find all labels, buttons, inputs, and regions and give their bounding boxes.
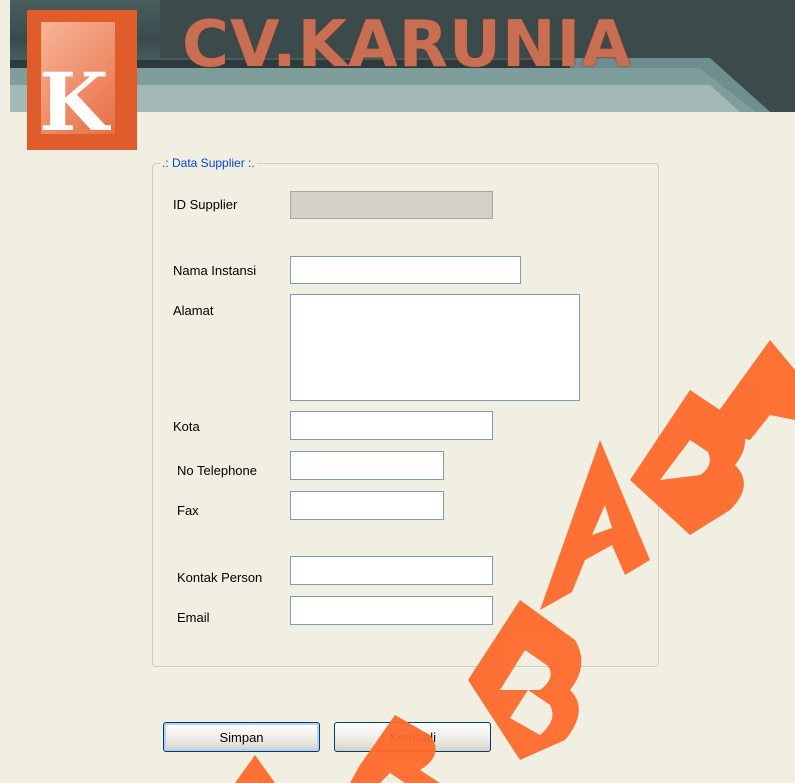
id-supplier-field [290,191,493,219]
kota-field[interactable] [290,411,493,440]
email-field[interactable] [290,596,493,625]
simpan-button[interactable]: Simpan [163,722,320,752]
kontak-person-field[interactable] [290,556,493,585]
company-logo: K [27,10,137,150]
logo-letter: K [39,55,109,149]
kembali-button[interactable]: Kembali [334,722,491,752]
nama-instansi-field[interactable] [290,256,521,284]
alamat-label: Alamat [173,303,214,318]
email-label: Email [177,610,210,625]
kontak-person-label: Kontak Person [177,570,263,585]
no-telephone-field[interactable] [290,451,444,480]
brand-title: CV.KARUNIA [182,8,632,82]
fax-label: Fax [177,503,199,518]
kota-label: Kota [173,419,200,434]
groupbox-title: .: Data Supplier :. [160,156,257,170]
nama-instansi-label: Nama Instansi [173,263,257,278]
no-telephone-label: No Telephone [177,463,257,478]
id-supplier-label: ID Supplier [173,197,238,212]
fax-field[interactable] [290,491,444,520]
alamat-textarea[interactable] [290,294,580,401]
